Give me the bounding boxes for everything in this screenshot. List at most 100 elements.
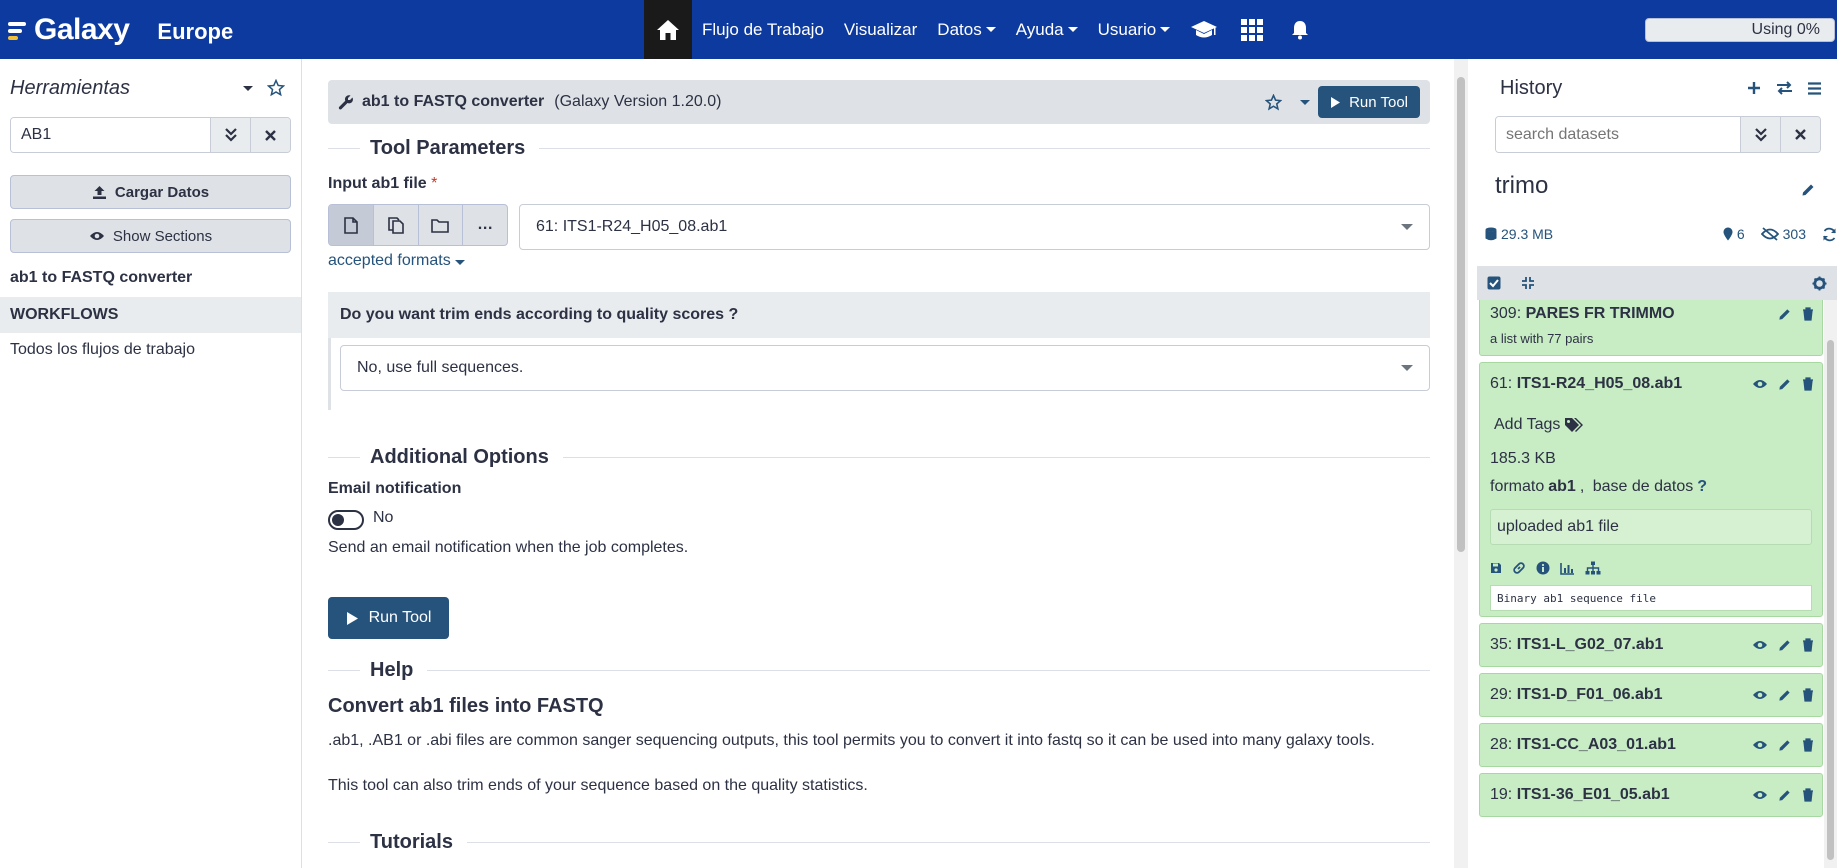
history-search-input[interactable] (1496, 117, 1740, 152)
hidden-count[interactable]: 303 (1783, 226, 1806, 242)
exchange-icon (1776, 81, 1792, 95)
info-icon[interactable] (1536, 561, 1550, 575)
save-icon[interactable] (1490, 562, 1502, 574)
nav-visualize[interactable]: Visualizar (834, 0, 927, 59)
database-icon (1485, 227, 1497, 241)
pencil-icon[interactable] (1778, 377, 1792, 391)
additional-options-title: Additional Options (370, 446, 549, 468)
gear-icon[interactable] (1812, 275, 1827, 291)
training-button[interactable] (1180, 0, 1228, 59)
nav-data[interactable]: Datos (927, 0, 1005, 59)
all-workflows-link[interactable]: Todos los flujos de trabajo (0, 333, 301, 367)
browse-datasets-button[interactable]: … (463, 205, 507, 245)
notifications-button[interactable] (1276, 0, 1324, 59)
add-tags-button[interactable]: Add Tags (1480, 405, 1822, 445)
tool-version[interactable]: (Galaxy Version 1.20.0) (554, 93, 721, 111)
eye-icon[interactable] (1752, 378, 1768, 390)
center-scrollbar[interactable] (1454, 59, 1468, 868)
star-icon (1264, 93, 1282, 110)
nav-help-label: Ayuda (1015, 19, 1064, 39)
trim-ends-body: No, use full sequences. (328, 338, 1430, 410)
quota-meter[interactable]: Using 0% (1645, 18, 1835, 42)
pencil-icon[interactable] (1778, 688, 1792, 702)
switch-history-button[interactable] (1769, 73, 1799, 103)
refresh-icon[interactable] (1822, 227, 1837, 242)
history-name[interactable]: trimo (1495, 172, 1548, 200)
history-item-collection[interactable]: 309: PARES FR TRIMMO a list with 77 pair… (1479, 300, 1823, 356)
input-ab1-label: Input ab1 file * (328, 175, 437, 193)
nav-user[interactable]: Usuario (1088, 0, 1181, 59)
tool-options-dropdown[interactable] (1288, 87, 1318, 117)
trash-icon[interactable] (1802, 377, 1814, 391)
history-item[interactable]: 29: ITS1-D_F01_06.ab1 (1479, 673, 1823, 717)
history-toolbar (1477, 266, 1837, 300)
history-item[interactable]: 35: ITS1-L_G02_07.ab1 (1479, 623, 1823, 667)
advanced-search-button[interactable] (210, 118, 250, 152)
eye-icon[interactable] (1752, 739, 1768, 751)
run-tool-button[interactable]: Run Tool (328, 597, 449, 639)
favorites-button[interactable] (261, 73, 291, 103)
eye-icon[interactable] (1752, 639, 1768, 651)
history-item[interactable]: 28: ITS1-CC_A03_01.ab1 (1479, 723, 1823, 767)
history-size[interactable]: 29.3 MB (1501, 226, 1553, 242)
run-tool-button-top[interactable]: Run Tool (1318, 86, 1420, 118)
folder-icon (431, 218, 450, 233)
brand-link[interactable]: Galaxy Europe (0, 0, 233, 59)
pencil-icon[interactable] (1778, 788, 1792, 802)
eye-icon[interactable] (1752, 689, 1768, 701)
nav-workflow[interactable]: Flujo de Trabajo (692, 0, 834, 59)
caret-down-icon (454, 260, 465, 265)
single-dataset-button[interactable] (329, 205, 374, 245)
dataset-size: 185.3 KB (1490, 450, 1556, 467)
nav-help[interactable]: Ayuda (1006, 0, 1088, 59)
input-ab1-select[interactable]: 61: ITS1-R24_H05_08.ab1 (519, 204, 1430, 250)
history-clear-search-button[interactable] (1780, 117, 1820, 152)
trash-icon[interactable] (1802, 307, 1814, 321)
history-item-expanded[interactable]: 61: ITS1-R24_H05_08.ab1 Add Tags 185.3 K… (1479, 362, 1823, 617)
tool-favorite-button[interactable] (1258, 87, 1288, 117)
panel-view-dropdown[interactable] (231, 73, 261, 103)
accepted-formats-link[interactable]: accepted formats (328, 252, 465, 270)
link-icon[interactable] (1512, 561, 1526, 575)
show-sections-label: Show Sections (112, 227, 213, 245)
pinned-count[interactable]: 6 (1737, 226, 1745, 242)
history-item[interactable]: 19: ITS1-36_E01_05.ab1 (1479, 773, 1823, 817)
trash-icon[interactable] (1802, 638, 1814, 652)
dataset-collection-button[interactable] (419, 205, 464, 245)
pencil-icon[interactable] (1778, 738, 1792, 752)
email-notification-toggle[interactable] (328, 510, 364, 530)
home-button[interactable] (644, 0, 692, 59)
graduation-cap-icon (1191, 20, 1218, 37)
history-options-button[interactable] (1799, 73, 1829, 103)
apps-button[interactable] (1228, 0, 1276, 59)
check-square-icon[interactable] (1487, 276, 1501, 290)
trash-icon[interactable] (1802, 788, 1814, 802)
trim-ends-select[interactable]: No, use full sequences. (340, 345, 1430, 391)
dataset-title: 309: PARES FR TRIMMO (1490, 305, 1675, 322)
eye-icon[interactable] (1752, 789, 1768, 801)
create-history-button[interactable] (1739, 73, 1769, 103)
tool-result-ab1-to-fastq[interactable]: ab1 to FASTQ converter (0, 269, 301, 297)
trash-icon[interactable] (1802, 688, 1814, 702)
sitemap-icon[interactable] (1585, 561, 1601, 575)
history-advanced-search-button[interactable] (1740, 117, 1780, 152)
history-scrollbar[interactable] (1824, 300, 1837, 868)
caret-down-icon (243, 85, 253, 91)
database-link[interactable]: ? (1697, 478, 1707, 496)
brand-name: Galaxy (34, 12, 130, 46)
clear-search-button[interactable] (250, 118, 290, 152)
trash-icon[interactable] (1802, 738, 1814, 752)
compress-icon[interactable] (1521, 276, 1535, 290)
chart-icon[interactable] (1560, 562, 1575, 575)
upload-data-button[interactable]: Cargar Datos (10, 175, 291, 209)
pencil-icon[interactable] (1778, 307, 1792, 321)
tutorials-heading: Tutorials (328, 831, 1430, 854)
nav-visualize-label: Visualizar (843, 19, 918, 39)
pencil-icon[interactable] (1778, 638, 1792, 652)
dataset-title: 28: ITS1-CC_A03_01.ab1 (1490, 736, 1676, 753)
home-icon (657, 19, 679, 40)
edit-history-button[interactable] (1793, 174, 1823, 204)
tool-search-input[interactable] (11, 118, 210, 152)
multiple-datasets-button[interactable] (374, 205, 419, 245)
show-sections-button[interactable]: Show Sections (10, 219, 291, 253)
